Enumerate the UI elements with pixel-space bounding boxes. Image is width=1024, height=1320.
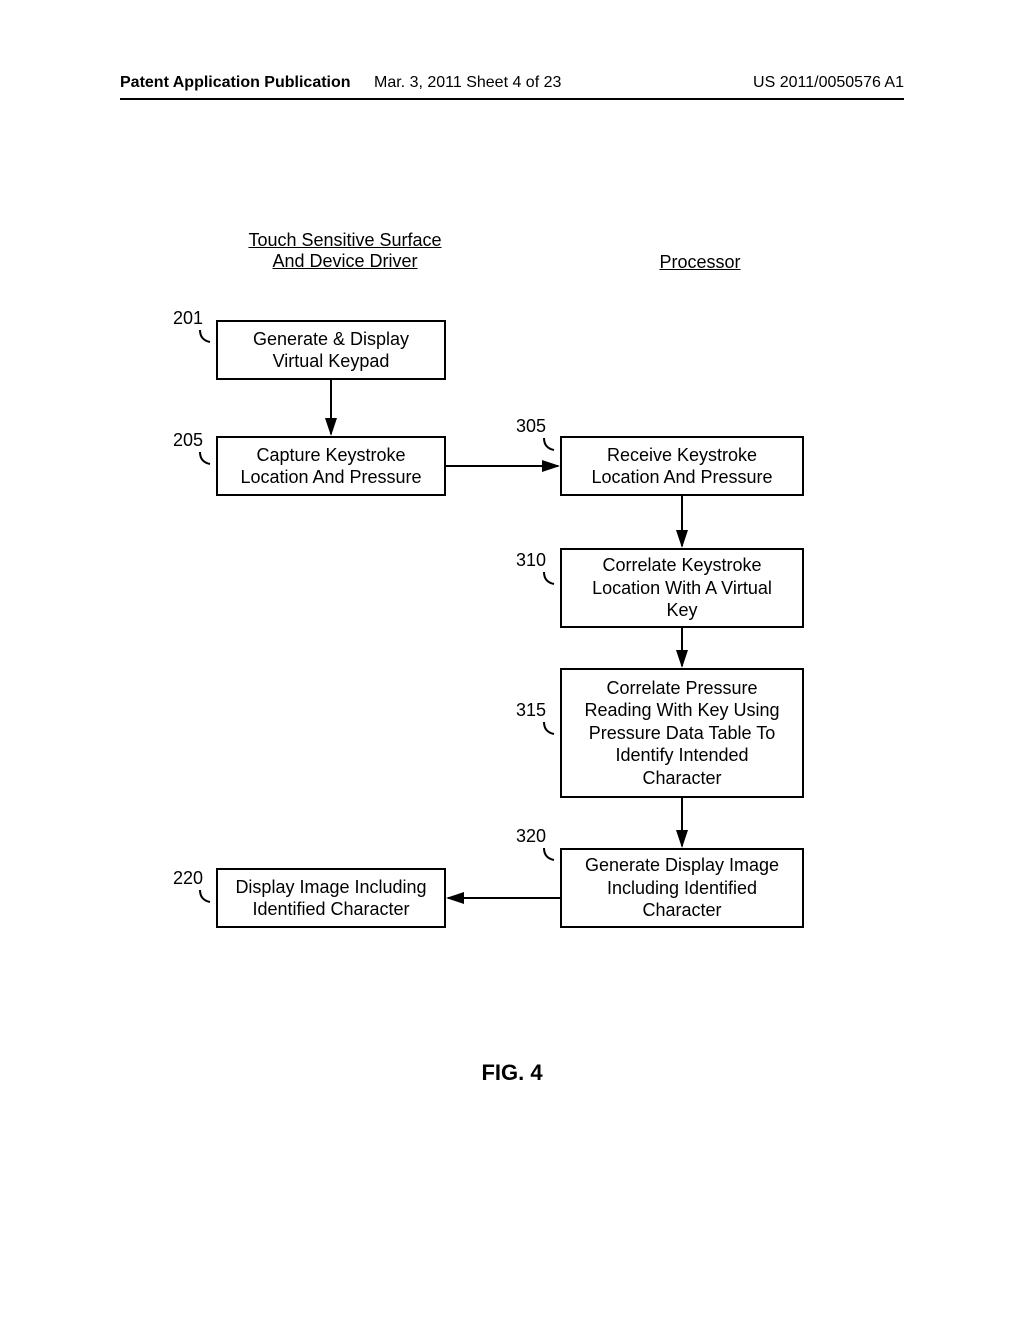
box-201: Generate & Display Virtual Keypad <box>216 320 446 380</box>
ref-205: 205 <box>173 430 203 451</box>
ref-201: 201 <box>173 308 203 329</box>
ref-220: 220 <box>173 868 203 889</box>
column-title-right: Processor <box>590 252 810 273</box>
box-205: Capture Keystroke Location And Pressure <box>216 436 446 496</box>
page-root: Patent Application Publication Mar. 3, 2… <box>0 0 1024 1320</box>
box-315: Correlate Pressure Reading With Key Usin… <box>560 668 804 798</box>
box-320: Generate Display Image Including Identif… <box>560 848 804 928</box>
header-left: Patent Application Publication <box>120 74 351 92</box>
ref-305: 305 <box>516 416 546 437</box>
ref-320: 320 <box>516 826 546 847</box>
box-305: Receive Keystroke Location And Pressure <box>560 436 804 496</box>
diagram-arrows <box>0 0 1024 1320</box>
ref-310: 310 <box>516 550 546 571</box>
box-310: Correlate Keystroke Location With A Virt… <box>560 548 804 628</box>
box-220: Display Image Including Identified Chara… <box>216 868 446 928</box>
header-right: US 2011/0050576 A1 <box>753 74 904 92</box>
column-title-left: Touch Sensitive Surface And Device Drive… <box>215 230 475 272</box>
header-rule <box>120 98 904 100</box>
figure-caption: FIG. 4 <box>0 1060 1024 1086</box>
header-mid: Mar. 3, 2011 Sheet 4 of 23 <box>374 74 561 92</box>
ref-315: 315 <box>516 700 546 721</box>
